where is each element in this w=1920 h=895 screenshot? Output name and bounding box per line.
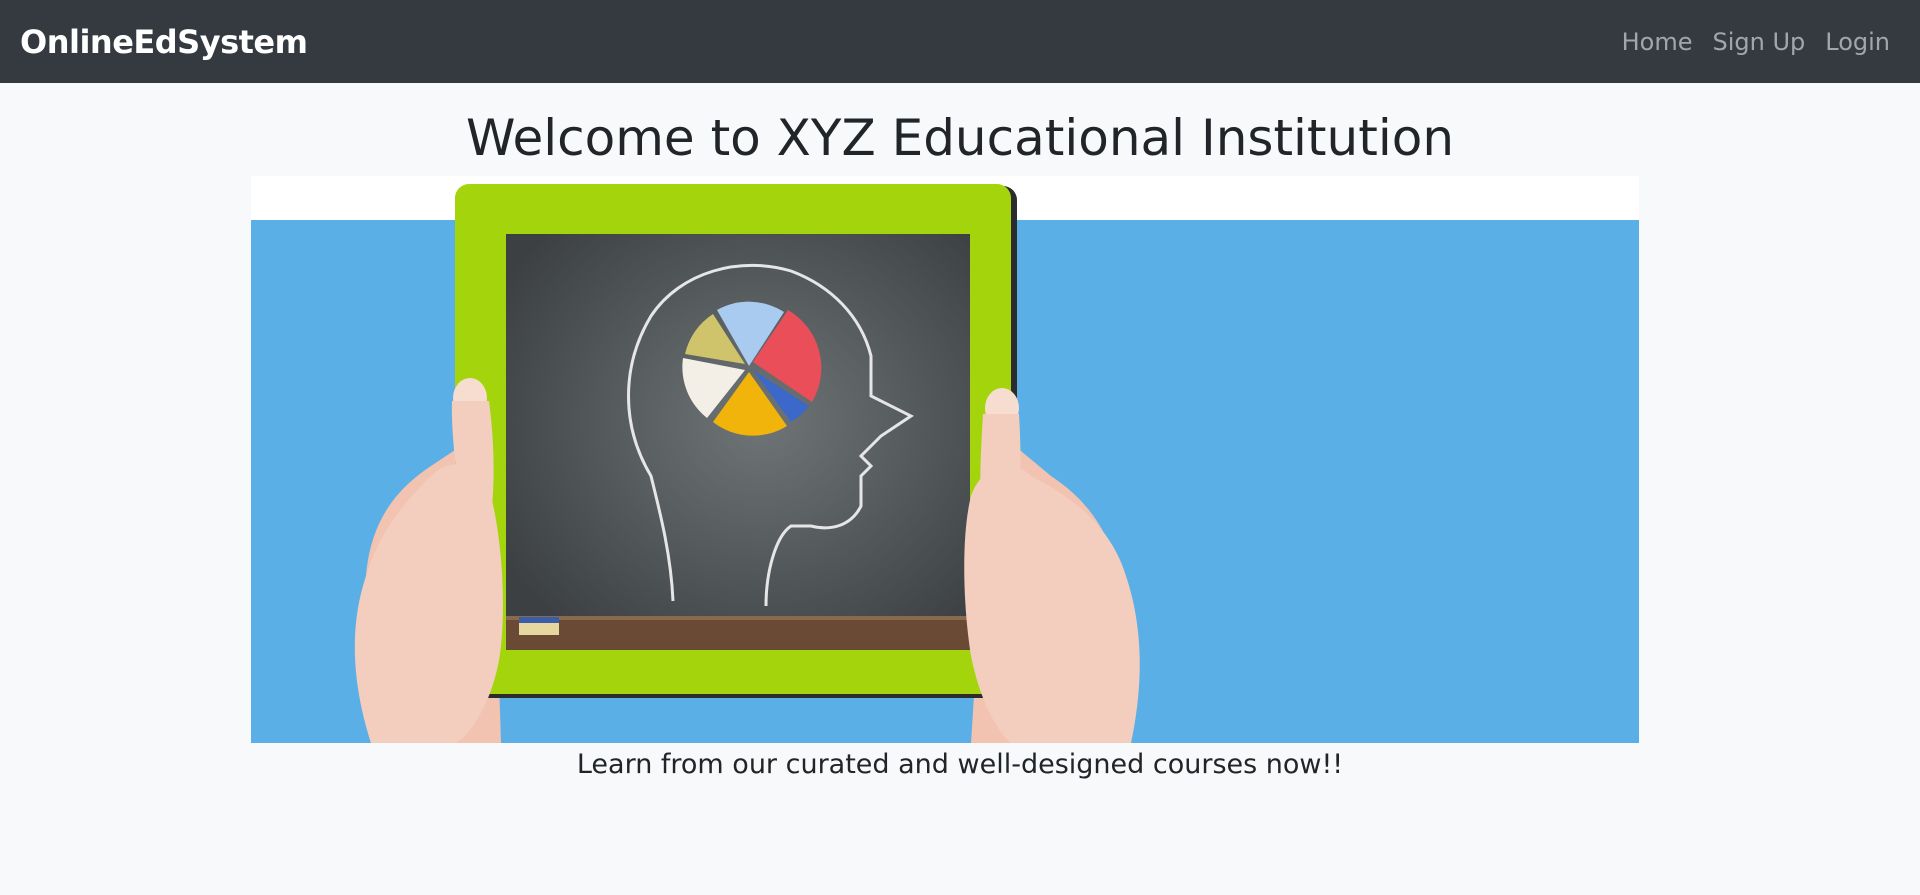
top-navbar: OnlineEdSystem Home Sign Up Login: [0, 0, 1920, 83]
tablet-illustration: [251, 176, 1639, 743]
nav-home-link[interactable]: Home: [1622, 28, 1693, 56]
tagline: Learn from our curated and well-designed…: [576, 749, 1344, 780]
brand-logo-link[interactable]: OnlineEdSystem: [20, 23, 308, 61]
nav-login-link[interactable]: Login: [1825, 28, 1890, 56]
nav-signup-link[interactable]: Sign Up: [1712, 28, 1805, 56]
hero-image: [251, 176, 1639, 743]
nav-links: Home Sign Up Login: [1622, 28, 1890, 56]
page-title: Welcome to XYZ Educational Institution: [465, 109, 1455, 167]
